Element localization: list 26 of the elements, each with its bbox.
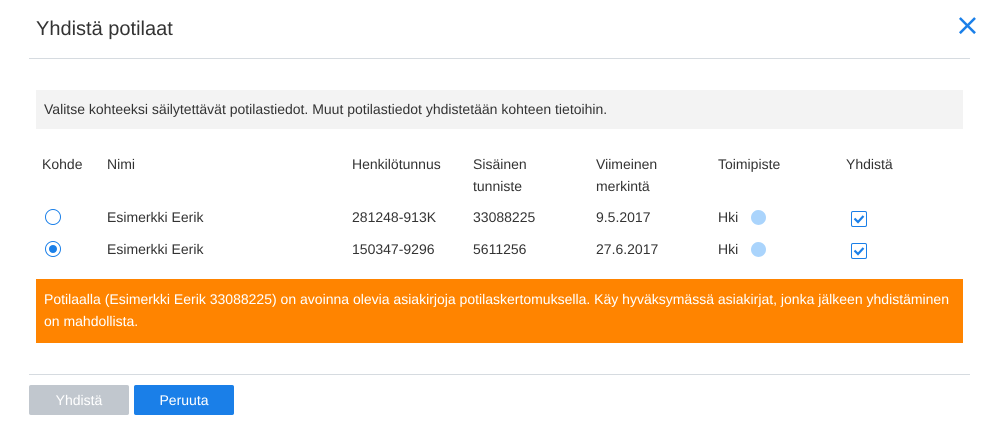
column-header: Kohde [42, 155, 84, 174]
table-cell-text: 150347-9296 [352, 240, 436, 259]
table-cell-text: Esimerkki Eerik [107, 240, 204, 259]
table-cell-text: 281248-913K [352, 208, 438, 227]
table-cell-text: 9.5.2017 [596, 208, 652, 227]
column-header: Nimi [107, 155, 136, 174]
info-message: Valitse kohteeksi säilytettävät potilastiedot. Muut potilastiedot yhdistetään kohteen tietoihin. [36, 90, 963, 129]
column-header: Viimeinen merkintä [596, 155, 658, 196]
column-header: Yhdistä [846, 155, 894, 174]
checkbox[interactable] [851, 211, 867, 227]
warning-message: Potilaalla (Esimerkki Eerik 33088225) on avoinna olevia asiakirjoja potilaskertomuksella. Käy hyväksymässä asiakirjat, jonka jälkeen yhdistäminen on mahdollista. [36, 279, 963, 343]
radio-button[interactable] [45, 209, 61, 225]
table-cell: Hki [718, 241, 738, 257]
column-header: Toimipiste [718, 155, 782, 174]
table-cell-text: Esimerkki Eerik [107, 208, 204, 227]
close-button[interactable]: × [954, 13, 980, 45]
table-cell-text: 27.6.2017 [596, 240, 660, 259]
column-header: Henkilötunnus [352, 155, 442, 174]
radio-button[interactable] [45, 241, 61, 257]
table-cell-text: 33088225 [473, 208, 536, 227]
cancel-button[interactable]: Peruuta [134, 385, 234, 415]
table-cell: Hki [718, 209, 738, 225]
column-header: Sisäinen tunniste [473, 155, 528, 196]
dialog-title: Yhdistä potilaat [36, 18, 173, 40]
checkbox[interactable] [851, 243, 867, 259]
table-cell-text: 5611256 [473, 240, 528, 259]
